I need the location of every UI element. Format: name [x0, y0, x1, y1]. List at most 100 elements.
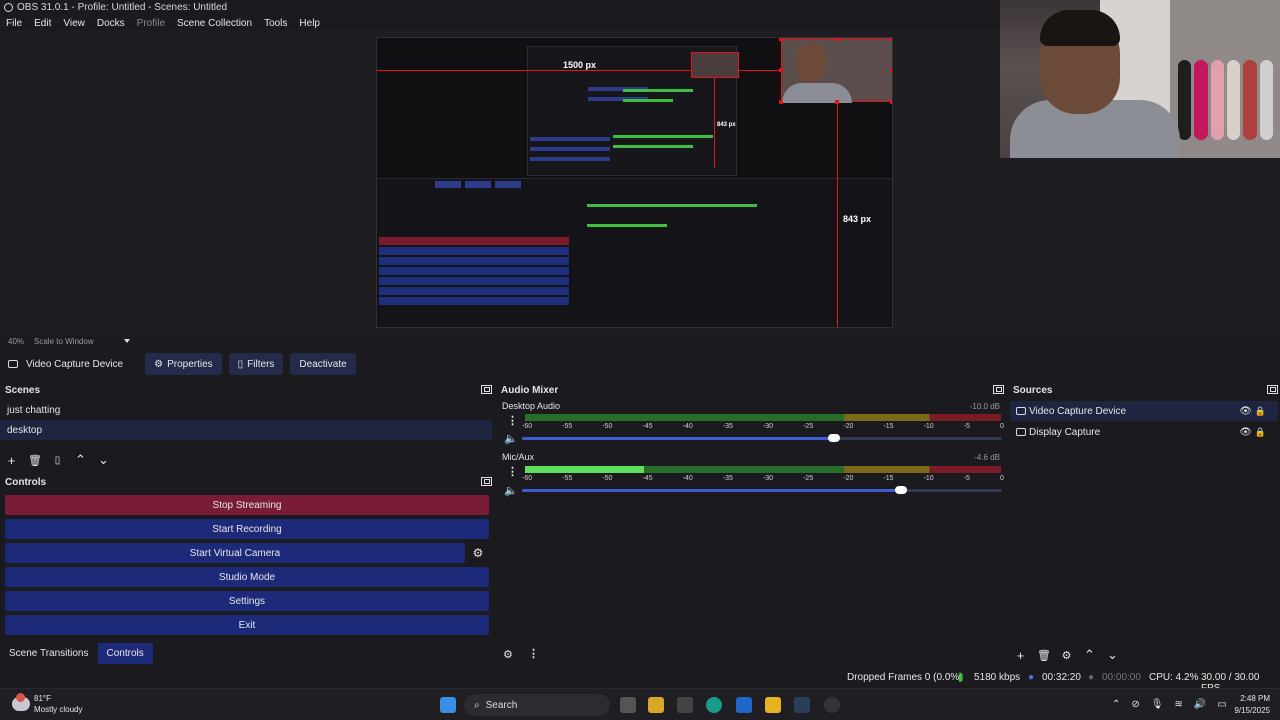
chevron-down-icon[interactable]: ⌄	[97, 452, 110, 468]
add-icon[interactable]: +	[1014, 648, 1027, 663]
kebab-menu-icon[interactable]: ⋮	[507, 465, 518, 478]
meter-tick-label: -50	[602, 475, 613, 482]
desktop-audio-volume-slider[interactable]	[522, 434, 1002, 442]
gear-icon[interactable]: ⚙	[1060, 649, 1073, 662]
nested-meter	[623, 99, 673, 102]
undock-icon[interactable]	[993, 385, 1004, 394]
resize-handle[interactable]	[835, 38, 839, 41]
scene-item-just-chatting[interactable]: just chatting	[0, 400, 492, 420]
undock-icon[interactable]	[481, 385, 492, 394]
menu-view[interactable]: View	[63, 18, 85, 29]
app-icon[interactable]	[677, 697, 693, 713]
zoom-level: 40%	[8, 336, 25, 346]
studio-mode-button[interactable]: Studio Mode	[5, 567, 489, 587]
resize-handle[interactable]	[779, 100, 783, 104]
edge-icon[interactable]	[706, 697, 722, 713]
battery-icon[interactable]: ▭	[1217, 699, 1226, 710]
chevron-down-icon[interactable]: ⌄	[1106, 647, 1119, 663]
resize-handle[interactable]	[779, 38, 783, 41]
chevron-up-icon[interactable]: ⌃	[1083, 647, 1096, 663]
deactivate-button[interactable]: Deactivate	[290, 353, 356, 375]
properties-button[interactable]: ⚙ Properties	[145, 353, 222, 375]
microphone-icon[interactable]: 🎙	[1151, 699, 1164, 710]
kebab-menu-icon[interactable]: ⋮	[528, 647, 539, 660]
advanced-audio-icon[interactable]: ⚙	[503, 648, 513, 661]
chevron-up-icon[interactable]: ⌃	[74, 452, 87, 468]
undock-icon[interactable]	[1267, 385, 1278, 394]
start-recording-button[interactable]: Start Recording	[5, 519, 489, 539]
scale-mode-select[interactable]: Scale to Window	[34, 337, 94, 346]
wifi-icon[interactable]: ≋	[1174, 699, 1182, 710]
settings-button[interactable]: Settings	[5, 591, 489, 611]
meter-tick-label: -25	[803, 423, 814, 430]
dock-tabs: Scene Transitions Controls	[0, 643, 153, 664]
menu-edit[interactable]: Edit	[34, 18, 51, 29]
menu-help[interactable]: Help	[299, 18, 320, 29]
weather-widget[interactable]: 81°F Mostly cloudy	[12, 693, 82, 715]
meter-tick-label: -40	[682, 423, 693, 430]
volume-icon[interactable]: 🔊	[1194, 699, 1206, 710]
trash-icon[interactable]: 🗑	[1037, 649, 1051, 662]
clock[interactable]: 2:48 PM 9/15/2025	[1234, 693, 1270, 717]
kebab-menu-icon[interactable]: ⋮	[507, 414, 518, 427]
resize-handle[interactable]	[890, 68, 892, 72]
virtual-camera-settings-icon[interactable]: ⚙	[468, 543, 488, 563]
source-item-video-capture[interactable]: Video Capture Device 👁 🔒	[1010, 401, 1278, 421]
slider-fill	[522, 489, 902, 492]
eye-icon[interactable]: 👁	[1239, 427, 1252, 438]
tab-scene-transitions[interactable]: Scene Transitions	[0, 643, 98, 664]
resize-handle[interactable]	[890, 100, 892, 104]
resize-handle[interactable]	[890, 38, 892, 41]
start-virtual-camera-button[interactable]: Start Virtual Camera	[5, 543, 465, 563]
menu-profile[interactable]: Profile	[137, 18, 165, 29]
scene-item-desktop[interactable]: desktop	[0, 420, 492, 440]
source-item-display-capture[interactable]: Display Capture 👁 🔒	[1010, 422, 1278, 442]
meter-tick-label: -45	[642, 423, 653, 430]
stop-streaming-button[interactable]: Stop Streaming	[5, 495, 489, 515]
obs-taskbar-icon[interactable]	[824, 697, 840, 713]
stream-time: 00:32:20	[1042, 672, 1081, 683]
menu-docks[interactable]: Docks	[97, 18, 125, 29]
taskbar-search[interactable]: ⌕ Search	[464, 694, 610, 716]
outlook-icon[interactable]	[736, 697, 752, 713]
speaker-icon[interactable]: 🔈	[504, 432, 518, 445]
menu-scene-collection[interactable]: Scene Collection	[177, 18, 252, 29]
lock-icon[interactable]: 🔒	[1255, 406, 1266, 417]
steam-icon[interactable]	[794, 697, 810, 713]
exit-button[interactable]: Exit	[5, 615, 489, 635]
menu-tools[interactable]: Tools	[264, 18, 287, 29]
network-off-icon[interactable]: ⊘	[1131, 699, 1139, 710]
webcam-person-hair	[1040, 10, 1120, 46]
meter-tick-label: -10	[923, 423, 934, 430]
slider-knob[interactable]	[828, 434, 840, 442]
source-label: Video Capture Device	[1029, 405, 1127, 417]
tab-controls[interactable]: Controls	[97, 643, 153, 664]
meter-tick-label: -55	[562, 423, 573, 430]
speaker-icon[interactable]: 🔈	[504, 484, 518, 497]
resize-handle[interactable]	[835, 100, 839, 104]
mic-aux-volume-slider[interactable]	[522, 486, 1002, 494]
width-label: 1500 px	[563, 60, 597, 70]
eye-icon[interactable]: 👁	[1239, 406, 1252, 417]
mini-control	[379, 287, 569, 295]
filters-button[interactable]: ▯ Filters	[228, 353, 284, 375]
windows-start-icon[interactable]	[440, 697, 456, 713]
chevron-up-icon[interactable]: ⌃	[1112, 699, 1120, 710]
add-icon[interactable]: +	[5, 453, 18, 468]
chevron-down-icon[interactable]	[123, 339, 130, 343]
menu-file[interactable]: File	[6, 18, 22, 29]
nested-meter	[587, 224, 667, 227]
file-explorer-icon[interactable]	[765, 697, 781, 713]
preview-canvas[interactable]: 1500 px 843 px 843 px	[376, 37, 893, 328]
filter-icon[interactable]: ▯	[51, 455, 64, 466]
store-icon[interactable]	[648, 697, 664, 713]
undock-icon[interactable]	[481, 477, 492, 486]
slider-knob[interactable]	[895, 486, 908, 494]
resize-handle[interactable]	[779, 68, 783, 72]
lock-icon[interactable]: 🔒	[1255, 427, 1266, 438]
meter-tick-label: -5	[963, 423, 970, 430]
selected-source-box[interactable]	[781, 38, 892, 103]
nested-bar	[530, 157, 610, 161]
task-view-icon[interactable]	[620, 697, 636, 713]
trash-icon[interactable]: 🗑	[28, 454, 42, 467]
